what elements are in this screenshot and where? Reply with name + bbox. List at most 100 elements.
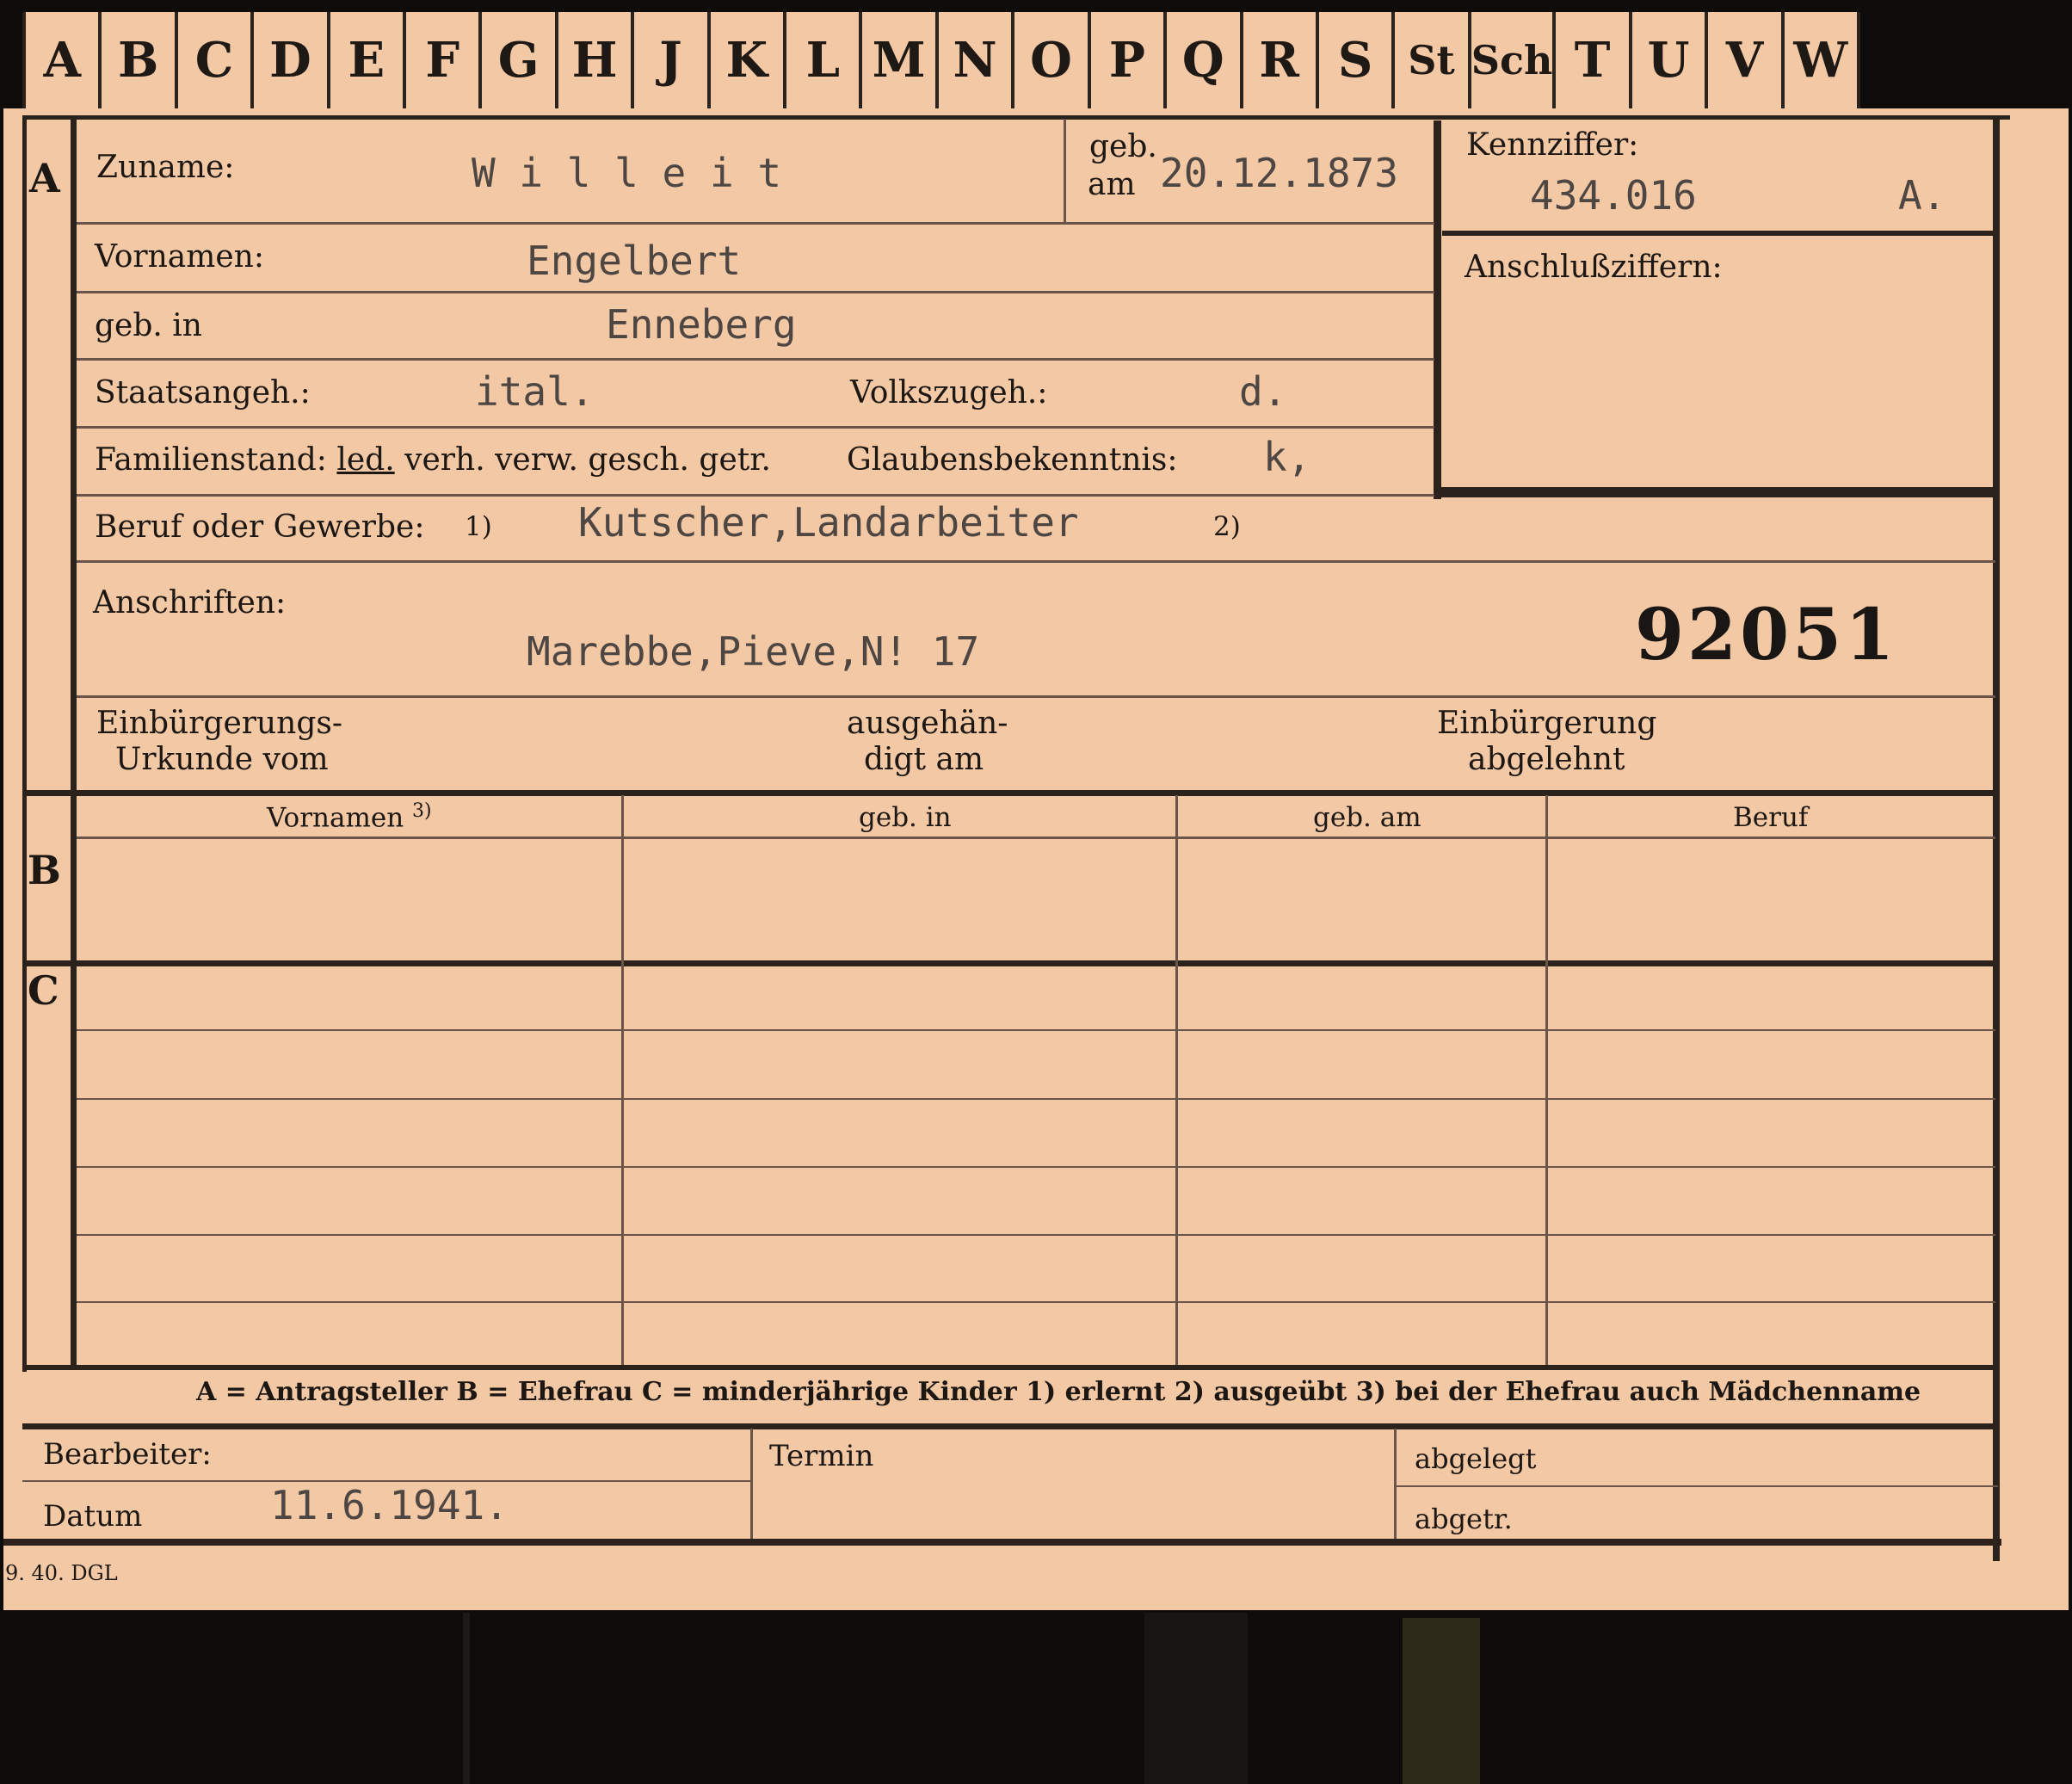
citizenship-value: ital. <box>475 368 595 415</box>
row-line-5 <box>77 494 1434 497</box>
ethnicity-label: Volkszugeh.: <box>850 375 1048 411</box>
kennziffer-label: Kennziffer: <box>1466 127 1639 163</box>
birthplace-label: geb. in <box>95 308 202 343</box>
alphabet-tab-sch[interactable]: Sch <box>1471 12 1557 108</box>
ethnicity-value: d. <box>1239 368 1287 415</box>
family-status-title: Familienstand: <box>95 442 327 478</box>
address-label: Anschriften: <box>93 585 287 620</box>
alphabet-tab-k[interactable]: K <box>711 12 787 108</box>
family-status-others: verh. verw. gesch. getr. <box>404 442 771 478</box>
card-top-border <box>22 115 2010 120</box>
datum-label: Datum <box>43 1499 143 1534</box>
table-header-note: 3) <box>412 800 432 822</box>
table-header-birthplace: geb. in <box>859 802 952 833</box>
alphabet-tab-p[interactable]: P <box>1091 12 1168 108</box>
alphabet-tab-s[interactable]: S <box>1319 12 1396 108</box>
alphabet-tab-v[interactable]: V <box>1708 12 1785 108</box>
table-header-line <box>77 836 1995 839</box>
scan-background-strip-3 <box>1403 1618 1480 1784</box>
alphabet-tab-st[interactable]: St <box>1395 12 1471 108</box>
denied-label-1: Einbürgerung <box>1437 706 1657 741</box>
section-b-top <box>22 790 2000 796</box>
alphabet-tab-h[interactable]: H <box>558 12 635 108</box>
occupation-note-1: 1) <box>465 511 492 542</box>
bearbeiter-label: Bearbeiter: <box>43 1437 212 1472</box>
firstnames-label: Vornamen: <box>95 239 264 275</box>
kennziffer-suffix: A. <box>1898 172 1946 219</box>
birthdate-label-2: am <box>1088 167 1136 202</box>
alphabet-tab-a[interactable]: A <box>22 12 102 108</box>
footer-bottom <box>3 1539 2001 1546</box>
row-line-4 <box>77 426 1434 429</box>
alphabet-tab-b[interactable]: B <box>102 12 178 108</box>
handed-label-1: ausgehän- <box>847 706 1008 741</box>
family-status-label: Familienstand: led. verh. verw. gesch. g… <box>95 442 771 478</box>
alphabet-tabs: A B C D E F G H J K L M N O P Q R S St Sch T U V W <box>22 12 1861 108</box>
occupation-note-2: 2) <box>1213 511 1241 542</box>
denied-label-2: abgelehnt <box>1468 742 1625 777</box>
c-row-5 <box>77 1301 1995 1303</box>
alphabet-tab-l[interactable]: L <box>786 12 863 108</box>
alphabet-tab-c[interactable]: C <box>178 12 255 108</box>
alphabet-tab-q[interactable]: Q <box>1167 12 1243 108</box>
alphabet-tab-n[interactable]: N <box>939 12 1015 108</box>
birthdate-value: 20.12.1873 <box>1160 150 1398 196</box>
surname-label: Zuname: <box>96 150 235 185</box>
kennziffer-box-bottom <box>1434 487 1995 497</box>
occupation-label: Beruf oder Gewerbe: <box>95 509 425 545</box>
table-col-2 <box>1175 795 1178 1367</box>
surname-value: W i l l e i t <box>472 150 782 196</box>
birthplace-value: Enneberg <box>606 301 797 348</box>
abgelegt-label: abgelegt <box>1415 1442 1537 1475</box>
alphabet-tab-t[interactable]: T <box>1556 12 1632 108</box>
alphabet-tab-w[interactable]: W <box>1785 12 1861 108</box>
legend-top <box>22 1365 2000 1370</box>
c-row-1 <box>77 1029 1995 1031</box>
row-line-1 <box>77 222 1434 225</box>
table-header-birthdate: geb. am <box>1313 802 1421 833</box>
alphabet-tab-j[interactable]: J <box>634 12 711 108</box>
datum-value: 11.6.1941. <box>270 1482 509 1528</box>
termin-label: Termin <box>769 1439 874 1473</box>
alphabet-tab-e[interactable]: E <box>330 12 407 108</box>
legend-text: A = Antragsteller B = Ehefrau C = minder… <box>196 1377 1921 1407</box>
naturalization-doc-label-2: Urkunde vom <box>115 742 329 777</box>
table-header-firstnames: Vornamen 3) <box>267 800 432 833</box>
row-line-6 <box>77 560 1995 563</box>
card-left-border <box>22 115 27 1372</box>
alphabet-tab-f[interactable]: F <box>406 12 483 108</box>
table-header-firstnames-text: Vornamen <box>267 802 404 834</box>
alphabet-tab-g[interactable]: G <box>482 12 558 108</box>
section-b-letter: B <box>28 847 61 893</box>
religion-value: k, <box>1263 434 1311 480</box>
section-c-letter: C <box>28 967 59 1014</box>
alphabet-tab-r[interactable]: R <box>1243 12 1319 108</box>
footer-row-right <box>1396 1485 1998 1487</box>
kennziffer-value: 434.016 <box>1530 172 1697 219</box>
table-col-3 <box>1545 795 1548 1367</box>
handed-label-2: digt am <box>864 742 984 777</box>
family-status-single: led. <box>336 442 395 478</box>
section-a-letter: A <box>29 155 60 201</box>
address-value: Marebbe,Pieve,N! 17 <box>527 628 980 675</box>
row-line-7 <box>77 695 1995 698</box>
legend-bottom <box>22 1423 2000 1429</box>
alphabet-tab-u[interactable]: U <box>1632 12 1709 108</box>
section-c-top <box>22 960 2000 966</box>
alphabet-tab-d[interactable]: D <box>254 12 330 108</box>
citizenship-label: Staatsangeh.: <box>95 375 311 411</box>
anschluss-label: Anschlußziffern: <box>1465 250 1723 285</box>
alphabet-tab-m[interactable]: M <box>862 12 939 108</box>
scan-background-strip <box>463 1613 470 1784</box>
kennziffer-divider <box>1442 231 1995 236</box>
occupation-value: Kutscher,Landarbeiter <box>578 499 1079 546</box>
print-code: 9. 40. DGL <box>5 1561 118 1585</box>
table-header-occupation: Beruf <box>1733 802 1809 833</box>
abgetr-label: abgetr. <box>1415 1503 1513 1535</box>
c-row-2 <box>77 1098 1995 1100</box>
naturalization-doc-label-1: Einbürgerungs- <box>96 706 343 741</box>
section-column-divider <box>71 115 77 1368</box>
scan-background-strip-2 <box>1144 1613 1248 1784</box>
alphabet-tab-o[interactable]: O <box>1014 12 1091 108</box>
religion-label: Glaubensbekenntnis: <box>847 442 1178 478</box>
